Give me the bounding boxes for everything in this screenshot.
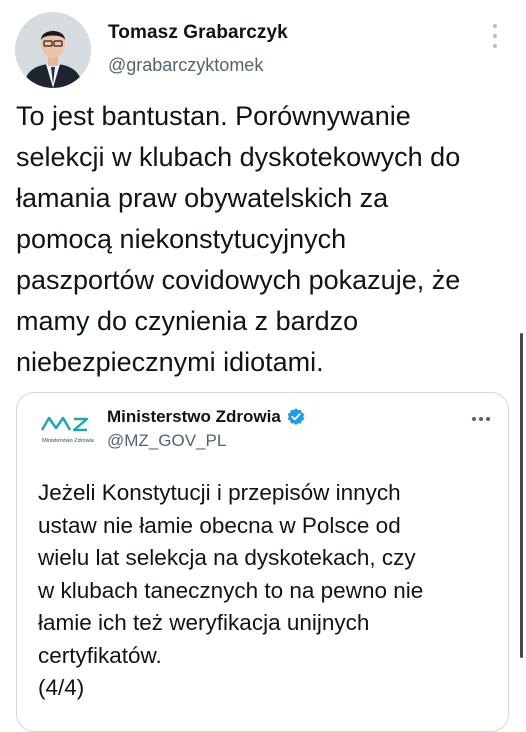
author-name[interactable]: Tomasz Grabarczyk [108, 22, 288, 44]
author-handle[interactable]: @grabarczyktomek [108, 55, 263, 76]
tweet-text: To jest bantustan. Porównywanie selekcji… [16, 101, 461, 377]
more-horizontal-icon[interactable] [472, 417, 490, 421]
quoted-author-handle[interactable]: @MZ_GOV_PL [107, 431, 226, 451]
author-photo [15, 12, 91, 88]
quoted-author-name[interactable]: Ministerstwo Zdrowia [107, 407, 306, 427]
logo-wordmark: Ministerstwo Zdrowia [42, 438, 95, 444]
quoted-tweet-card[interactable]: Ministerstwo Zdrowia Ministerstwo Zdrowi… [16, 392, 509, 732]
ministry-logo-icon: Ministerstwo Zdrowia [40, 416, 95, 444]
avatar[interactable] [15, 12, 91, 88]
scrollbar-thumb[interactable] [520, 333, 523, 658]
quoted-tweet-text: Jeżeli Konstytucji i przepisów innych us… [38, 480, 424, 700]
more-vertical-icon[interactable] [488, 24, 502, 48]
quoted-author-name-text: Ministerstwo Zdrowia [107, 407, 281, 426]
verified-badge-icon [287, 408, 305, 426]
